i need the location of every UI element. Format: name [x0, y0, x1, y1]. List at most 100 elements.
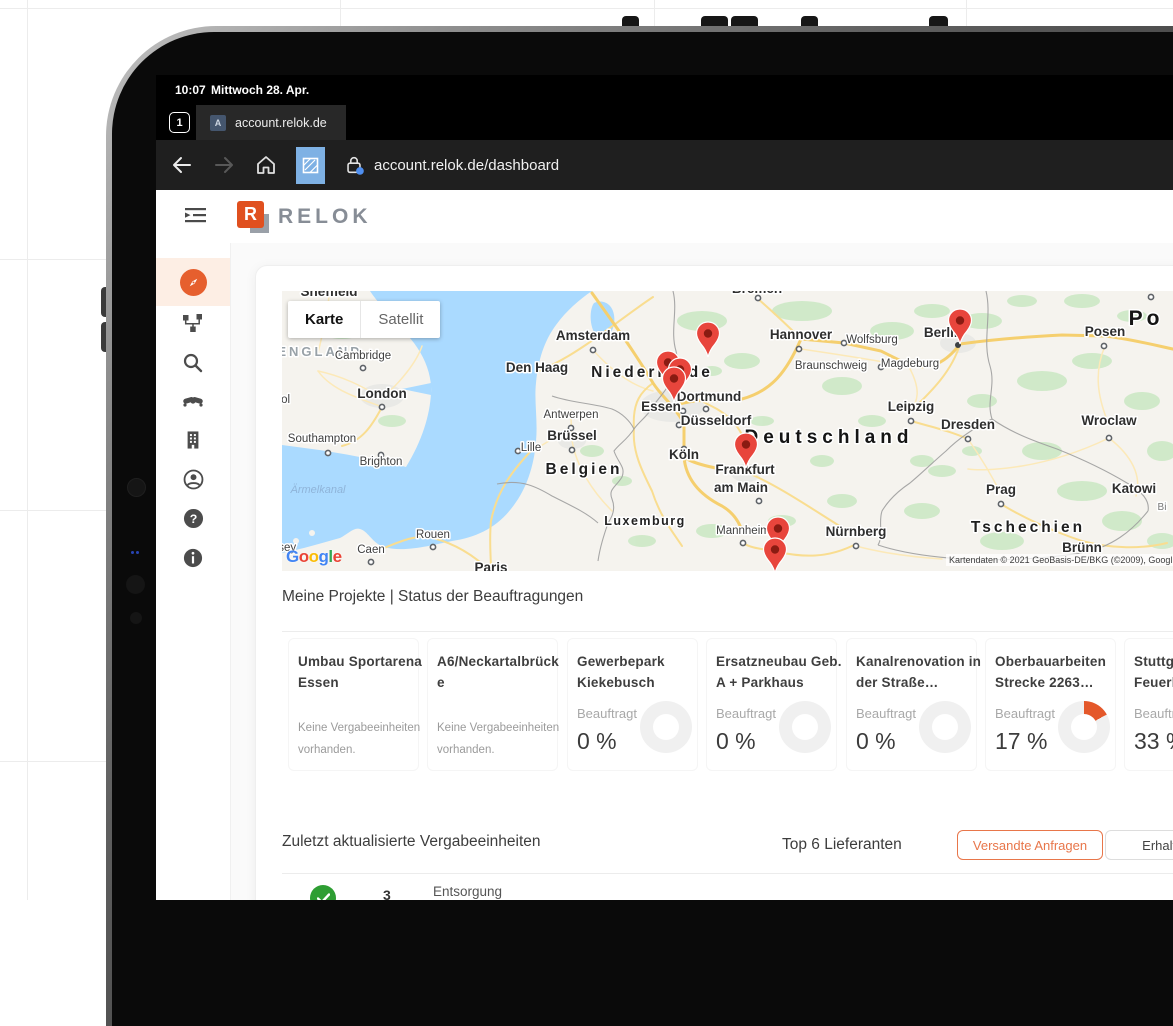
map-label: Bi	[1158, 502, 1167, 513]
status-check-icon	[310, 885, 336, 900]
sidebar: ?	[156, 243, 231, 900]
project-card[interactable]: Umbau SportarenaEssen Keine Vergabeeinhe…	[288, 638, 419, 771]
browser-toolbar: account.relok.de/dashboard	[156, 140, 1173, 190]
project-title: GewerbeparkKiekebusch	[577, 651, 688, 693]
google-logo[interactable]: Google	[286, 547, 342, 567]
map-label: Dortmund	[677, 389, 742, 404]
map-label: Hannover	[770, 327, 833, 342]
address-bar[interactable]: account.relok.de/dashboard	[343, 153, 559, 177]
map-type-satellit-button[interactable]: Satellit	[360, 301, 440, 338]
project-card[interactable]: Kanalrenovation inder Straße… Beauftragt…	[846, 638, 977, 771]
site-favicon-tile[interactable]	[296, 147, 325, 184]
lieferanten-section-title: Top 6 Lieferanten	[782, 836, 902, 854]
city-dot	[590, 347, 595, 352]
account-icon	[183, 469, 204, 490]
city-dot	[379, 404, 384, 409]
city-dot	[1148, 294, 1153, 299]
sidebar-item-dashboard[interactable]	[156, 258, 230, 306]
main-content: SheffieldENGLANDCambridgeLondontolSoutha…	[231, 243, 1173, 900]
project-card[interactable]: GewerbeparkKiekebusch Beauftragt 0 %	[567, 638, 698, 771]
map-label: Bremen	[732, 291, 782, 296]
sidebar-item-search[interactable]	[156, 343, 230, 383]
project-title: Umbau SportarenaEssen	[298, 651, 409, 693]
menu-toggle-button[interactable]	[184, 204, 208, 228]
hierarchy-icon	[183, 314, 203, 333]
tablet-camera	[130, 612, 142, 624]
tablet-camera	[126, 575, 145, 594]
map-label: Luxemburg	[604, 514, 686, 528]
map-label: Rouen	[416, 529, 450, 541]
city-dot	[756, 498, 761, 503]
project-card[interactable]: OberbauarbeitenStrecke 2263… Beauftragt …	[985, 638, 1116, 771]
map-type-karte-button[interactable]: Karte	[288, 301, 360, 338]
city-dot	[430, 544, 435, 549]
city-dot	[360, 365, 365, 370]
divider	[282, 631, 1173, 632]
forward-icon[interactable]	[212, 153, 236, 177]
map-label: Brighton	[360, 456, 403, 468]
sidebar-item-account[interactable]	[156, 459, 230, 499]
map-label: Wroclaw	[1081, 413, 1137, 428]
map-label: Leipzig	[888, 399, 935, 414]
browser-tab[interactable]: A account.relok.de	[196, 105, 346, 140]
relok-logo[interactable]: R	[237, 201, 283, 233]
map-label: Belgien	[546, 461, 623, 478]
erhaltene-button[interactable]: Erhaltene	[1105, 830, 1173, 860]
compass-icon	[180, 269, 207, 296]
vergabe-label[interactable]: Entsorgung	[433, 884, 502, 899]
vergabeeinheiten-section-title: Zuletzt aktualisierte Vergabeeinheiten	[282, 833, 541, 851]
map-label: Caen	[357, 544, 385, 556]
project-empty-text: Keine Vergabeeinheitenvorhanden.	[298, 717, 409, 762]
map-label: Amsterdam	[556, 328, 630, 343]
map-label: Sheffield	[300, 291, 357, 299]
city-dot	[998, 501, 1003, 506]
app-header: R RELOK	[156, 190, 1173, 244]
city-dot	[1106, 435, 1111, 440]
map-type-control: Karte Satellit	[288, 301, 440, 338]
back-icon[interactable]	[170, 153, 194, 177]
background-grid-line	[0, 8, 1173, 9]
city-dot	[796, 346, 801, 351]
projects-section-title: Meine Projekte | Status der Beauftragung…	[282, 588, 583, 606]
project-stat-label: Beauftragt	[1134, 706, 1173, 721]
sidebar-item-projects[interactable]	[156, 303, 230, 343]
map-label: Katowi	[1112, 481, 1156, 496]
map-label: Brünn	[1062, 540, 1102, 555]
project-title: A6/Neckartalbrücke	[437, 651, 548, 693]
sidebar-item-partners[interactable]	[156, 381, 230, 421]
donut-chart	[919, 701, 971, 753]
map-label: Braunschweig	[795, 360, 867, 372]
project-card[interactable]: StuttgFeuerl Beauftragt 33 %	[1124, 638, 1173, 771]
tab-count-button[interactable]: 1	[169, 112, 190, 133]
tablet-screen: 10:07 Mittwoch 28. Apr. 1 A account.relo…	[156, 75, 1173, 900]
dashboard-card: SheffieldENGLANDCambridgeLondontolSoutha…	[255, 265, 1173, 900]
project-title: OberbauarbeitenStrecke 2263…	[995, 651, 1106, 693]
project-title: Kanalrenovation inder Straße…	[856, 651, 967, 693]
projects-map[interactable]: SheffieldENGLANDCambridgeLondontolSoutha…	[282, 291, 1173, 571]
versandte-anfragen-button[interactable]: Versandte Anfragen	[957, 830, 1103, 860]
google-logo-letter: o	[299, 547, 309, 566]
sidebar-item-info[interactable]	[156, 538, 230, 578]
city-dot	[755, 295, 760, 300]
project-card[interactable]: A6/Neckartalbrücke Keine Vergabeeinheite…	[427, 638, 558, 771]
donut-chart	[779, 701, 831, 753]
status-time: 10:07	[175, 83, 206, 97]
map-label: Southampton	[288, 433, 356, 445]
home-icon[interactable]	[254, 153, 278, 177]
tablet-sensor	[131, 551, 134, 554]
project-card[interactable]: Ersatzneubau Geb.A + Parkhaus Beauftragt…	[706, 638, 837, 771]
google-logo-letter: g	[319, 547, 329, 566]
sidebar-item-companies[interactable]	[156, 420, 230, 460]
map-label: Magdeburg	[881, 358, 939, 370]
map-label: tol	[282, 394, 290, 406]
project-stat-value: 33 %	[1134, 728, 1173, 755]
help-icon: ?	[183, 508, 204, 529]
sidebar-item-help[interactable]: ?	[156, 498, 230, 538]
city-dot	[908, 418, 913, 423]
map-label: Cambridge	[335, 350, 391, 362]
google-logo-letter: e	[333, 547, 342, 566]
brand-name: RELOK	[278, 205, 372, 229]
project-title: Ersatzneubau Geb.A + Parkhaus	[716, 651, 827, 693]
map-label: am Main	[714, 480, 768, 495]
menu-open-icon	[184, 204, 208, 228]
